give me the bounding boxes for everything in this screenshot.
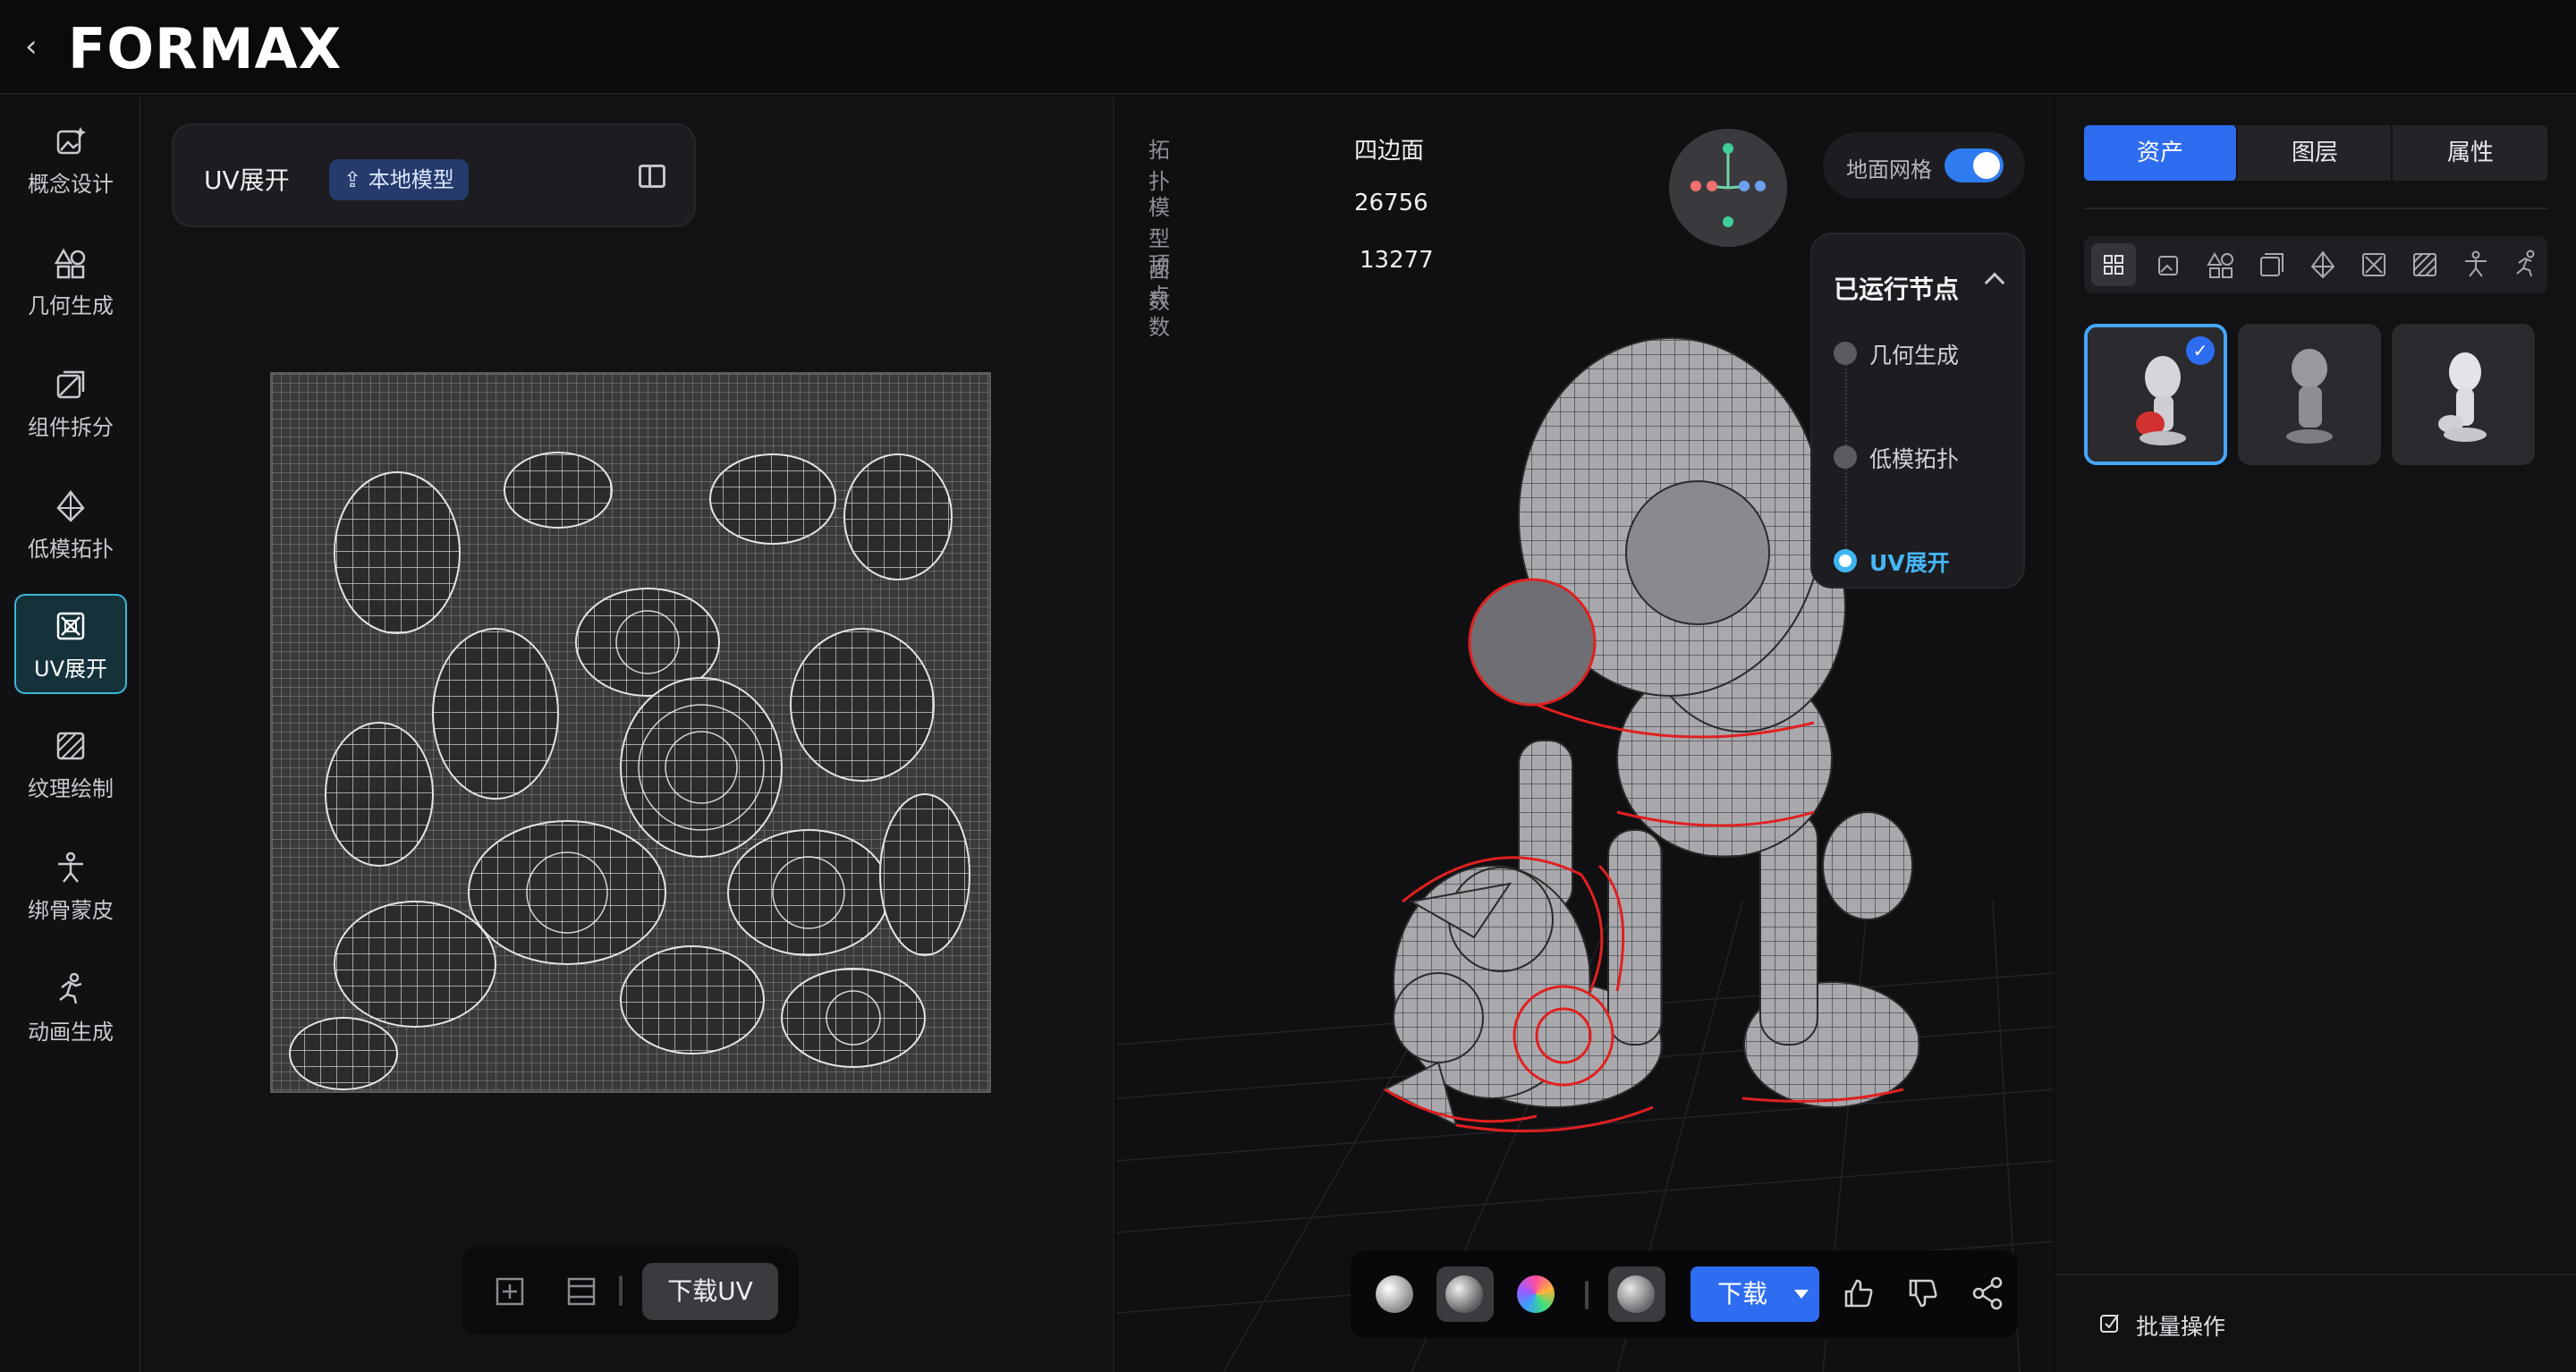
panel-tabs: 资产 图层 属性 <box>2084 125 2547 181</box>
wireframe-ball-icon <box>1617 1275 1655 1313</box>
stat-label: 顶点数 <box>1148 252 1170 340</box>
tab-assets[interactable]: 资产 <box>2084 125 2238 181</box>
normal-map-icon[interactable] <box>1517 1275 1555 1313</box>
model-preview-image <box>2392 324 2535 465</box>
sidebar-item-label: 绑骨蒙皮 <box>28 898 114 923</box>
uv-unwrap-icon <box>56 612 85 640</box>
asset-thumbnail[interactable] <box>2238 324 2381 465</box>
sidebar-item-label: 几何生成 <box>28 293 114 318</box>
viewport-toolbar: 下载 <box>1351 1250 2018 1338</box>
toolbar-divider <box>619 1275 623 1306</box>
local-model-badge[interactable]: ⇪ 本地模型 <box>329 159 469 200</box>
download-label: 下载 <box>1717 1279 1768 1308</box>
stat-value: 26756 <box>1354 190 1428 216</box>
node-label: 几何生成 <box>1869 343 1960 368</box>
stat-value: 13277 <box>1360 247 1434 274</box>
node-label: UV展开 <box>1869 550 1950 576</box>
uv-unwrap-icon[interactable] <box>2358 249 2390 281</box>
nodes-title: 已运行节点 <box>1834 275 1960 304</box>
ground-grid-label: 地面网格 <box>1846 157 1932 182</box>
back-arrow-icon[interactable]: ‹ <box>25 31 50 62</box>
executed-nodes-panel: 已运行节点 几何生成 低模拓扑 UV展开 <box>1810 233 2025 589</box>
sidebar-item-geometry[interactable]: 几何生成 <box>14 233 127 333</box>
app-logo: FORMAX <box>68 16 342 81</box>
panel-footer-divider <box>2055 1274 2576 1275</box>
upload-icon: ⇪ <box>343 167 369 192</box>
sidebar-toggle-icon[interactable] <box>639 165 665 188</box>
download-button[interactable]: 下载 <box>1690 1266 1819 1322</box>
stat-label: 拓扑 <box>1148 138 1170 194</box>
assets-panel: 资产 图层 属性 ✓ 批量操作 <box>2055 97 2576 1372</box>
asset-filter-bar <box>2084 236 2547 293</box>
top-bar: ‹ FORMAX <box>0 0 2576 95</box>
sidebar-item-label: 低模拓扑 <box>28 537 114 562</box>
split-square-icon <box>56 370 85 399</box>
3d-viewport[interactable]: 拓扑 四边面 模型面数 26756 顶点数 13277 地面网格 已运行节点 几… <box>1116 97 2054 1372</box>
sidebar-item-label: 纹理绘制 <box>28 776 114 801</box>
workflow-sidebar: 概念设计 几何生成 组件拆分 低模拓扑 UV展开 纹理绘制 绑骨蒙皮 动画生成 <box>0 97 141 1372</box>
toolbar-divider <box>1585 1281 1589 1309</box>
frame-bounds-icon[interactable] <box>560 1270 603 1313</box>
sidebar-item-uv-unwrap[interactable]: UV展开 <box>14 594 127 694</box>
node-dot <box>1834 342 1857 365</box>
running-figure-icon[interactable] <box>2511 249 2543 281</box>
node-dot <box>1834 549 1857 572</box>
node-label: 低模拓扑 <box>1869 446 1960 472</box>
matcap-white-icon[interactable] <box>1376 1275 1413 1313</box>
shapes-icon <box>54 248 86 279</box>
sidebar-item-rigging[interactable]: 绑骨蒙皮 <box>14 837 127 937</box>
batch-label: 批量操作 <box>2136 1314 2226 1340</box>
pyramid-icon[interactable] <box>2307 249 2339 281</box>
running-figure-icon <box>59 972 82 1004</box>
grid-all-icon[interactable] <box>2091 243 2136 286</box>
uv-panel-title: UV展开 <box>204 165 290 195</box>
uv-map-image <box>270 372 991 1093</box>
pyramid-icon <box>56 489 85 522</box>
sidebar-item-concept-design[interactable]: 概念设计 <box>14 111 127 211</box>
download-uv-button[interactable]: 下载UV <box>642 1263 778 1320</box>
selected-check-icon: ✓ <box>2186 336 2215 365</box>
axis-gizmo[interactable] <box>1669 129 1787 247</box>
checkbox-list-icon <box>2100 1314 2119 1333</box>
stat-value: 四边面 <box>1354 138 1425 165</box>
image-sparkle-icon[interactable] <box>2154 249 2186 281</box>
dropdown-arrow-icon[interactable] <box>1794 1290 1809 1299</box>
share-icon[interactable] <box>1970 1275 2005 1311</box>
sidebar-item-label: UV展开 <box>34 656 107 682</box>
panel-divider <box>2084 207 2547 209</box>
uv-panel: UV展开 ⇪ 本地模型 下载UV <box>143 97 1114 1372</box>
sidebar-item-label: 概念设计 <box>28 172 114 197</box>
node-dot <box>1834 445 1857 469</box>
uv-panel-header: UV展开 ⇪ 本地模型 <box>172 123 696 227</box>
sidebar-item-animation[interactable]: 动画生成 <box>14 959 127 1059</box>
sidebar-item-label: 组件拆分 <box>28 415 114 440</box>
model-preview-image <box>2238 324 2381 465</box>
asset-thumbnail[interactable] <box>2392 324 2535 465</box>
ground-grid-toggle[interactable]: 地面网格 <box>1823 132 2025 199</box>
rig-figure-icon[interactable] <box>2460 249 2492 281</box>
tab-properties[interactable]: 属性 <box>2394 125 2547 181</box>
sidebar-item-low-poly[interactable]: 低模拓扑 <box>14 476 127 576</box>
fit-frame-icon[interactable] <box>488 1270 531 1313</box>
asset-thumbnail[interactable]: ✓ <box>2084 324 2227 465</box>
thumbs-up-icon[interactable] <box>1841 1275 1877 1311</box>
shaded-ball-icon <box>1445 1275 1483 1313</box>
chevron-up-icon[interactable] <box>1984 272 2005 293</box>
toggle-switch[interactable] <box>1945 148 2004 182</box>
texture-icon <box>56 732 85 760</box>
sidebar-item-component-split[interactable]: 组件拆分 <box>14 354 127 454</box>
sidebar-item-label: 动画生成 <box>28 1020 114 1045</box>
badge-label: 本地模型 <box>368 167 454 192</box>
thumbs-down-icon[interactable] <box>1905 1275 1941 1311</box>
uv-layout-graphic <box>272 374 989 1091</box>
texture-icon[interactable] <box>2409 249 2441 281</box>
logo-text: FORMAX <box>68 16 343 81</box>
rig-figure-icon <box>58 851 83 883</box>
image-sparkle-icon <box>56 127 86 155</box>
split-square-icon[interactable] <box>2256 249 2288 281</box>
sidebar-item-texture[interactable]: 纹理绘制 <box>14 716 127 816</box>
tab-layers[interactable]: 图层 <box>2239 125 2393 181</box>
uv-toolbar: 下载UV <box>462 1247 798 1334</box>
shapes-icon[interactable] <box>2205 249 2237 281</box>
